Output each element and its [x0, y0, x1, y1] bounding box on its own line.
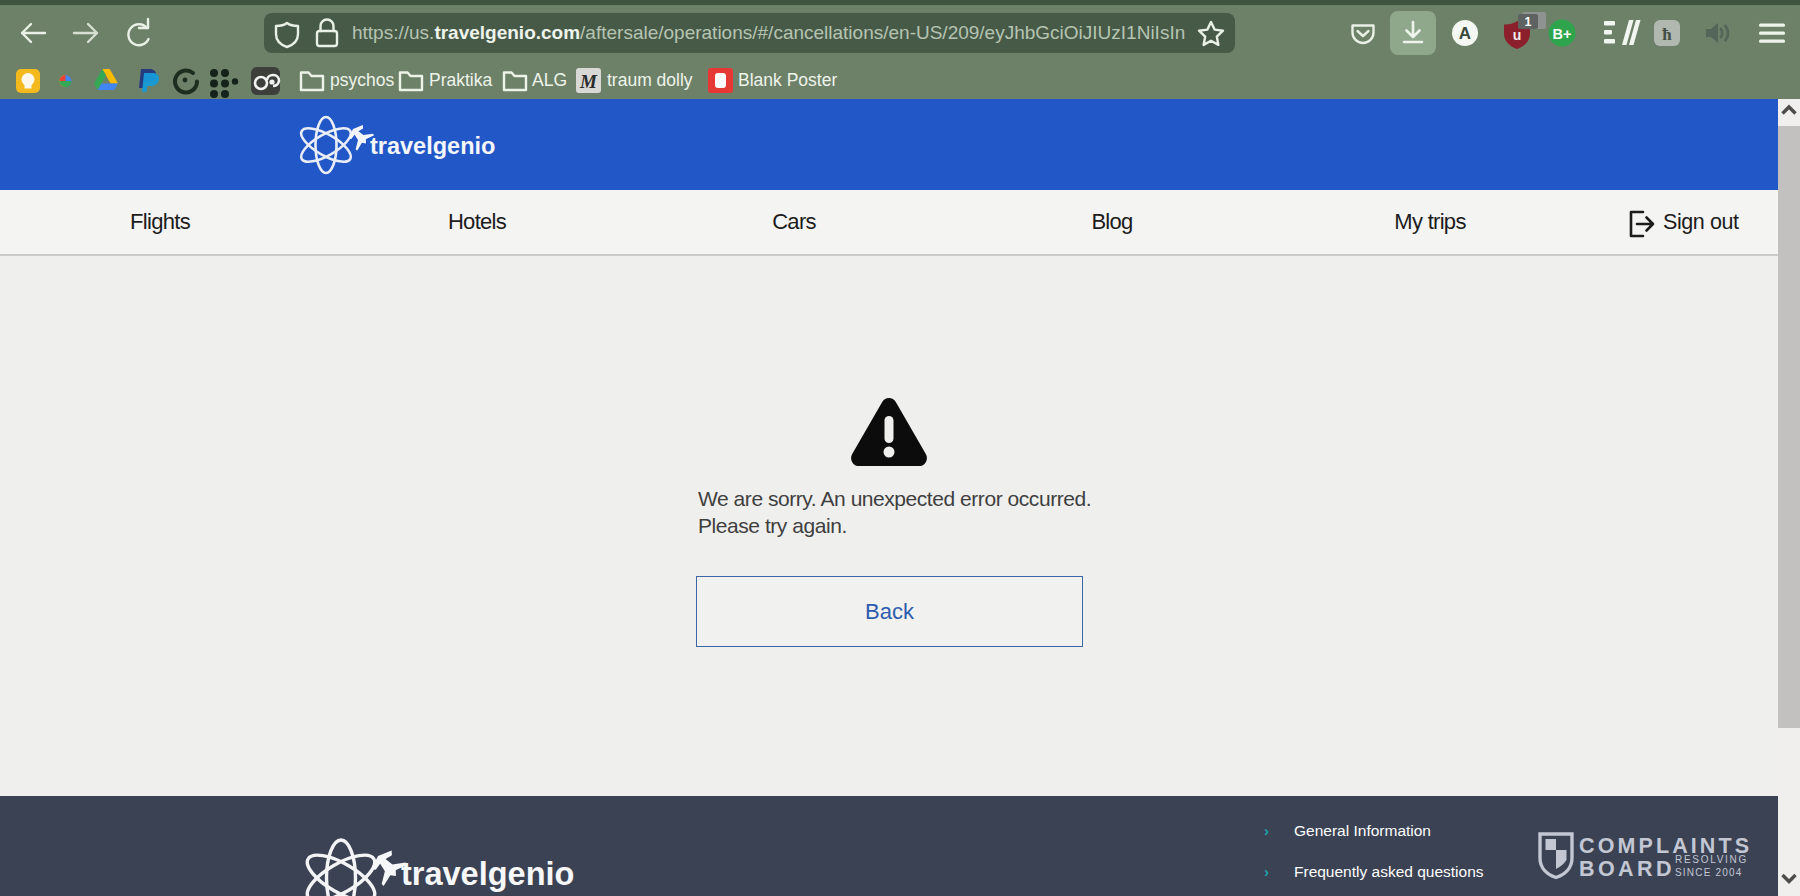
svg-text:1: 1	[1525, 15, 1532, 29]
svg-text:travelgenio: travelgenio	[370, 133, 495, 159]
svg-text:SINCE 2004: SINCE 2004	[1675, 867, 1743, 878]
svg-text:ħ: ħ	[1662, 25, 1672, 44]
svg-text:travelgenio: travelgenio	[401, 856, 574, 892]
svg-text:A: A	[1459, 24, 1471, 43]
svg-text:u: u	[1513, 27, 1522, 43]
svg-text:M: M	[579, 71, 598, 92]
svg-text:RESOLVING: RESOLVING	[1675, 854, 1748, 865]
svg-text:BOARD: BOARD	[1579, 857, 1675, 881]
svg-text:B+: B+	[1553, 26, 1572, 42]
